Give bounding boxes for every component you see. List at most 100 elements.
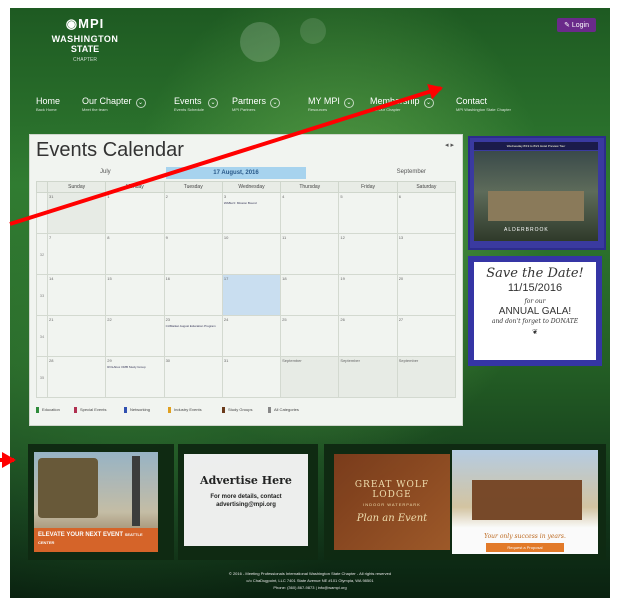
calendar-day-cell[interactable]: 22 [105, 315, 165, 357]
website-page: ◉MPI WASHINGTON STATE CHAPTER ✎ Login Ho… [10, 8, 610, 598]
legend-label: Study Groups [228, 407, 253, 412]
calendar-week-row: 33 14 15 16 17 18 19 20 [36, 274, 457, 316]
legend-item[interactable]: Special Events [74, 407, 106, 413]
calendar-body: 3131123WABuzz: Mission Bound456327891011… [36, 192, 457, 398]
calendar-day-cell[interactable]: 1 [105, 192, 165, 234]
calendar-week-row: 35 28 29 ROLAbox OMB Study Group 30 31 Septemb… [36, 356, 457, 398]
day-number: 1 [107, 194, 110, 199]
calendar-controls[interactable]: ◂ ▸ [445, 141, 454, 149]
chapter-logo[interactable]: ◉MPI WASHINGTON STATE CHAPTER [30, 16, 140, 72]
weekday-header: Friday [338, 181, 398, 193]
legend-item[interactable]: Networking [124, 407, 151, 413]
calendar-day-cell[interactable]: 20 [396, 274, 457, 316]
nav-sub: Back Home [36, 107, 57, 112]
nav-item-events[interactable]: Events Events Schedule ⌄ [174, 96, 219, 112]
ad-note: Your only success in years. [484, 533, 566, 540]
chevron-down-icon: ⌄ [135, 98, 146, 108]
main-nav: Home Back Home Our Chapter Meet the team ⌄ … [36, 96, 596, 122]
nav-item-our-chapter[interactable]: Our Chapter Meet the team ⌄ [82, 96, 146, 112]
ad-left-panel: GREAT WOLF LODGE INDOOR WATERPARK Plan a… [334, 454, 450, 550]
day-number: 30 [165, 358, 171, 363]
day-number: 24 [223, 317, 229, 322]
footer-line[interactable]: Phone: (360) 867-9873 | info@wampi.org [10, 584, 610, 591]
event-photo [38, 458, 98, 518]
calendar-day-cell[interactable]: September [396, 356, 457, 398]
day-number: September [340, 358, 360, 363]
calendar-event-link[interactable]: CUMarket August Education Program [166, 324, 221, 328]
ad-heading: Advertise Here [200, 474, 292, 487]
calendar-day-cell[interactable]: 28 [46, 356, 107, 398]
calendar-day-cell[interactable]: 13 [396, 233, 457, 275]
legend-label: Education [42, 407, 60, 412]
week-number: 34 [36, 315, 48, 357]
footer-line: © 2016 - Meeting Professionals Internati… [228, 571, 392, 576]
gala-date: 11/15/2016 [507, 282, 563, 294]
day-number: 13 [398, 235, 404, 240]
ad-caption: ALDERBROOK [504, 227, 549, 233]
calendar-day-cell[interactable]: 5 [338, 192, 398, 234]
nav-label: MY MPI [308, 96, 340, 106]
calendar-event-link[interactable]: WABuzz: Mission Bound [224, 201, 279, 205]
calendar-day-cell[interactable]: 19 [338, 274, 398, 316]
day-number: 11 [282, 235, 287, 240]
weekday-header: Saturday [396, 181, 457, 193]
calendar-day-cell[interactable]: 21 [46, 315, 107, 357]
legend-swatch [268, 407, 271, 413]
calendar-day-cell[interactable]: 24 [221, 315, 282, 357]
legend-label: Networking [130, 407, 151, 412]
calendar-day-cell[interactable]: 4 [280, 192, 340, 234]
legend-item[interactable]: Industry Events [168, 407, 202, 413]
calendar-day-cell[interactable]: 12 [338, 233, 398, 275]
advertise-here-ad[interactable]: Advertise Here For more details, contact… [178, 444, 318, 560]
request-proposal-button[interactable]: Request a Proposal [486, 543, 564, 552]
calendar-day-cell[interactable]: 18 [280, 274, 340, 316]
calendar-day-cell[interactable]: 3 WABuzz: Mission Bound [221, 192, 282, 234]
seattle-center-ad[interactable]: ELEVATE YOUR NEXT EVENT SEATTLE CENTER [28, 444, 174, 560]
calendar-day-cell[interactable]: 9 [163, 233, 223, 275]
nav-item-my-mpi[interactable]: MY MPI Resources ⌄ [308, 96, 354, 112]
calendar-day-cell[interactable]: 17 [221, 274, 282, 316]
next-month-link[interactable]: September [397, 169, 426, 175]
prev-month-link[interactable]: July [100, 169, 111, 175]
calendar-day-cell[interactable]: 8 [105, 233, 165, 275]
calendar-day-cell[interactable]: 25 [280, 315, 340, 357]
nav-item-partners[interactable]: Partners MPI Partners ⌄ [232, 96, 281, 112]
calendar-day-cell[interactable]: 23 CUMarket August Education Program [163, 315, 223, 357]
calendar-event-link[interactable]: ROLAbox OMB Study Group [107, 365, 162, 369]
calendar-day-cell[interactable]: 29 ROLAbox OMB Study Group [105, 356, 165, 398]
calendar-day-cell[interactable]: September [280, 356, 340, 398]
day-number: 10 [223, 235, 229, 240]
login-button[interactable]: ✎ Login [557, 18, 596, 32]
legend-item[interactable]: Study Groups [222, 407, 253, 413]
calendar-day-cell[interactable]: 26 [338, 315, 398, 357]
nav-item-home[interactable]: Home Back Home [36, 96, 60, 112]
footer-line: c/o ChaDugpoint, LLC 7401 State Avenue N… [246, 578, 374, 583]
calendar-day-cell[interactable]: 6 [396, 192, 457, 234]
alderbrook-ad[interactable]: Wednesday 8/19 to 8/21 Hotel Preview Tou… [468, 136, 606, 250]
annotation-arrow [0, 452, 16, 468]
ad-script: Plan an Event [356, 513, 428, 524]
calendar-day-cell[interactable]: 7 [46, 233, 107, 275]
gala-ad[interactable]: Save the Date! 11/15/2016 for our ANNUAL… [468, 256, 602, 366]
great-wolf-lodge-ad[interactable]: GREAT WOLF LODGE INDOOR WATERPARK Plan a… [324, 444, 606, 560]
ad-band: ELEVATE YOUR NEXT EVENT SEATTLE CENTER [34, 528, 158, 552]
calendar-day-cell[interactable]: 31 [221, 356, 282, 398]
calendar-day-cell[interactable]: 2 [163, 192, 223, 234]
day-number: 3 [223, 194, 227, 199]
ad-image: ELEVATE YOUR NEXT EVENT SEATTLE CENTER [34, 452, 158, 552]
calendar-day-cell[interactable]: 10 [221, 233, 282, 275]
calendar-day-cell[interactable]: 16 [163, 274, 223, 316]
nav-item-contact[interactable]: Contact MPI Washington State Chapter [456, 96, 511, 112]
calendar-day-cell[interactable]: 15 [105, 274, 165, 316]
logo-line: STATE [70, 44, 100, 54]
calendar-day-cell[interactable]: September [338, 356, 398, 398]
calendar-day-cell[interactable]: 14 [46, 274, 107, 316]
calendar-day-cell[interactable]: 27 [396, 315, 457, 357]
nav-label: Our Chapter [82, 96, 132, 106]
arrowhead-icon [2, 452, 16, 468]
calendar-day-cell[interactable]: 11 [280, 233, 340, 275]
legend-item[interactable]: All Categories [268, 407, 299, 413]
legend-item[interactable]: Education [36, 407, 60, 413]
ad-band-text: ELEVATE YOUR NEXT EVENT [38, 532, 124, 538]
calendar-day-cell[interactable]: 30 [163, 356, 223, 398]
